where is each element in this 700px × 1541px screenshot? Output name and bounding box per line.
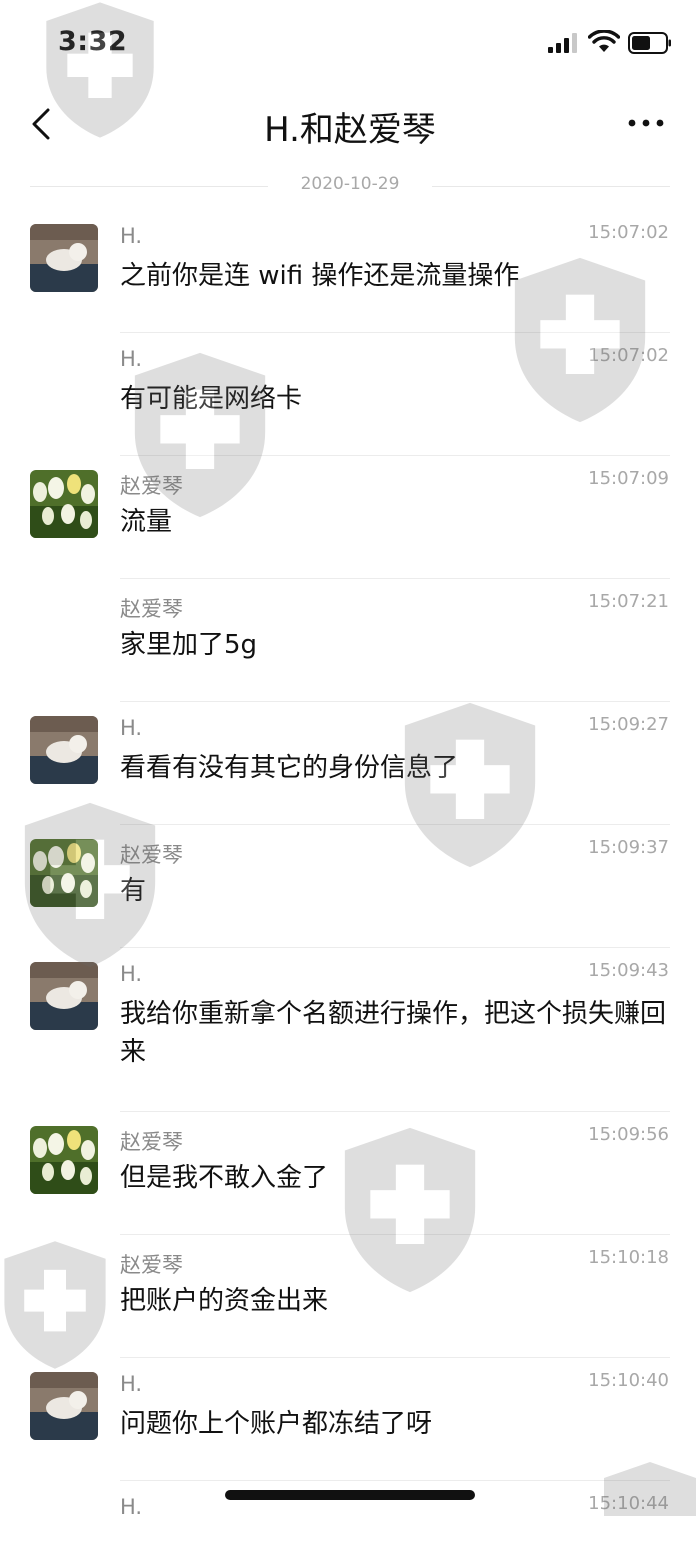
sender-name: 赵爱琴	[120, 843, 183, 867]
cat-avatar-icon	[30, 224, 98, 292]
message-timestamp: 15:07:02	[588, 345, 669, 366]
message-item[interactable]: 赵爱琴 15:09:37 有	[0, 825, 700, 948]
message-timestamp: 15:07:02	[588, 222, 669, 243]
message-text: 有	[120, 876, 147, 906]
avatar[interactable]	[30, 1372, 98, 1440]
sender-name: H.	[120, 224, 143, 248]
message-item[interactable]: H. 15:09:43 我给你重新拿个名额进行操作，把这个损失赚回来	[0, 948, 700, 1112]
message-text: 有可能是网络卡	[120, 384, 303, 414]
cellular-signal-icon	[548, 33, 577, 53]
avatar[interactable]	[30, 962, 98, 1030]
sender-name: 赵爱琴	[120, 474, 183, 498]
message-text: 家里加了5g	[120, 630, 258, 660]
message-text: 但是我不敢入金了	[120, 1163, 329, 1193]
sender-name: H.	[120, 1495, 143, 1519]
message-text: 问题你上个账户都冻结了呀	[120, 1409, 433, 1439]
message-item[interactable]: 赵爱琴 15:07:09 流量	[0, 456, 700, 579]
tulips-avatar-icon	[30, 470, 98, 538]
message-item[interactable]: H. 15:10:40 问题你上个账户都冻结了呀	[0, 1358, 700, 1481]
message-timestamp: 15:09:43	[588, 960, 669, 981]
status-bar: 3:32	[0, 0, 700, 86]
sender-name: 赵爱琴	[120, 597, 183, 621]
status-time: 3:32	[58, 26, 128, 57]
sender-name: 赵爱琴	[120, 1130, 183, 1154]
more-options-icon[interactable]	[626, 116, 666, 130]
message-timestamp: 15:09:37	[588, 837, 669, 858]
avatar[interactable]	[30, 470, 98, 538]
chat-title: H.和赵爱琴	[264, 110, 436, 150]
message-item[interactable]: H. 15:09:27 看看有没有其它的身份信息了	[0, 702, 700, 825]
sender-name: 赵爱琴	[120, 1253, 183, 1277]
message-text: 把账户的资金出来	[120, 1286, 329, 1316]
message-item[interactable]: 赵爱琴 15:09:56 但是我不敢入金了	[0, 1112, 700, 1235]
date-separator-text: 2020-10-29	[300, 174, 400, 194]
message-timestamp: 15:10:44	[588, 1493, 669, 1514]
home-indicator[interactable]	[225, 1490, 475, 1500]
sender-name: H.	[120, 716, 143, 740]
message-text: 之前你是连 wifi 操作还是流量操作	[120, 261, 520, 291]
message-item[interactable]: 赵爱琴 15:10:18 把账户的资金出来	[0, 1235, 700, 1358]
avatar[interactable]	[30, 839, 98, 907]
sender-name: H.	[120, 962, 143, 986]
cat-avatar-icon	[30, 962, 98, 1030]
message-item[interactable]: H. 15:07:02 有可能是网络卡	[0, 333, 700, 456]
nav-bar: H.和赵爱琴	[0, 86, 700, 166]
message-item[interactable]: H. 15:07:02 之前你是连 wifi 操作还是流量操作	[0, 210, 700, 333]
avatar[interactable]	[30, 1126, 98, 1194]
tulips-avatar-icon	[30, 839, 98, 907]
avatar[interactable]	[30, 224, 98, 292]
message-timestamp: 15:09:56	[588, 1124, 669, 1145]
tulips-avatar-icon	[30, 1126, 98, 1194]
message-text: 我给你重新拿个名额进行操作，把这个损失赚回来	[120, 999, 667, 1067]
message-timestamp: 15:09:27	[588, 714, 669, 735]
message-timestamp: 15:07:09	[588, 468, 669, 489]
sender-name: H.	[120, 347, 143, 371]
cat-avatar-icon	[30, 1372, 98, 1440]
battery-icon	[628, 32, 671, 54]
wifi-icon	[588, 30, 620, 52]
message-text: 流量	[120, 507, 173, 537]
cat-avatar-icon	[30, 716, 98, 784]
message-item[interactable]: 赵爱琴 15:07:21 家里加了5g	[0, 579, 700, 702]
message-list: H. 15:07:02 之前你是连 wifi 操作还是流量操作 H. 15:07…	[0, 210, 700, 1541]
message-timestamp: 15:07:21	[588, 591, 669, 612]
date-separator: 2020-10-29	[30, 174, 670, 198]
message-timestamp: 15:10:18	[588, 1247, 669, 1268]
message-text: 看看有没有其它的身份信息了	[120, 753, 459, 783]
avatar[interactable]	[30, 716, 98, 784]
sender-name: H.	[120, 1372, 143, 1396]
back-chevron-icon[interactable]	[28, 106, 56, 142]
message-timestamp: 15:10:40	[588, 1370, 669, 1391]
